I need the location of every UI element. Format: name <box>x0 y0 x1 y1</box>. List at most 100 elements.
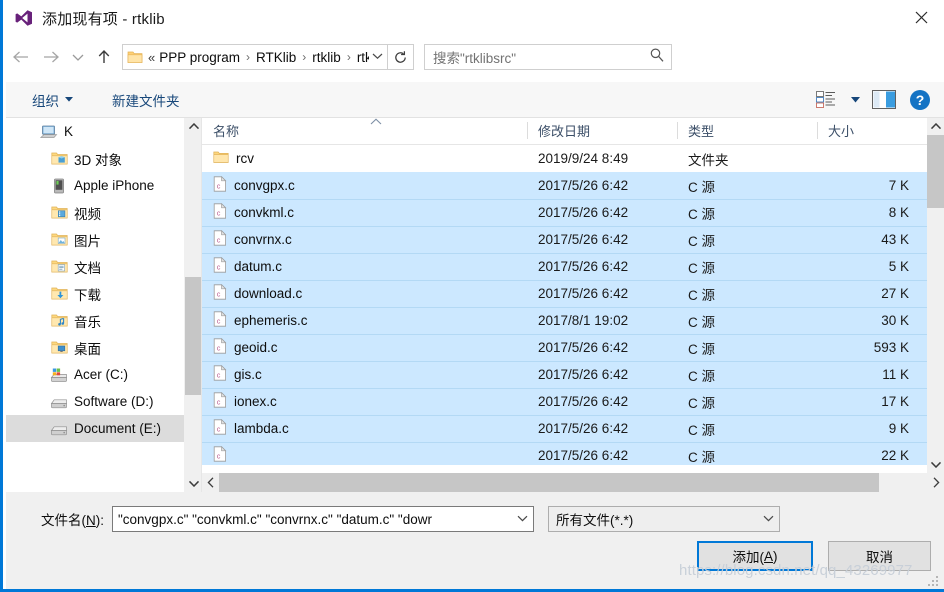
column-header-size[interactable]: 大小 <box>817 118 922 144</box>
scroll-left-icon[interactable] <box>202 473 219 492</box>
file-name-cell: rcv <box>202 150 527 167</box>
folder-icon <box>127 50 143 64</box>
scroll-down-icon[interactable] <box>185 475 202 492</box>
breadcrumb-item-2[interactable]: rtklib <box>311 50 342 65</box>
chevron-down-icon[interactable] <box>513 513 531 525</box>
breadcrumb-separator[interactable]: › <box>342 50 356 64</box>
folder-documents-icon <box>50 258 68 276</box>
visual-studio-icon <box>14 8 34 28</box>
sidebar-item-acer-c[interactable]: Acer (C:) <box>6 361 184 388</box>
table-row[interactable]: c convgpx.c 2017/5/26 6:42 C 源 7 K <box>202 172 944 199</box>
column-header-date[interactable]: 修改日期 <box>527 118 677 144</box>
c-source-icon: c <box>213 284 227 303</box>
sidebar-scrollbar[interactable] <box>184 118 202 492</box>
c-source-icon: c <box>213 176 227 195</box>
chevron-down-icon[interactable] <box>369 51 385 63</box>
file-size: 7 K <box>888 178 909 193</box>
sidebar-item-software-d[interactable]: Software (D:) <box>6 388 184 415</box>
table-row[interactable]: c geoid.c 2017/5/26 6:42 C 源 593 K <box>202 334 944 361</box>
table-row[interactable]: rcv 2019/9/24 8:49 文件夹 <box>202 145 944 172</box>
file-size: 43 K <box>881 232 909 247</box>
add-button[interactable]: 添加(A) <box>697 541 813 571</box>
sidebar-item-label: Acer (C:) <box>74 367 128 382</box>
chevron-down-icon[interactable] <box>759 513 777 525</box>
breadcrumb-separator[interactable]: › <box>241 50 255 64</box>
table-row[interactable]: c gis.c 2017/5/26 6:42 C 源 11 K <box>202 361 944 388</box>
sidebar-item-label: Document (E:) <box>74 421 162 436</box>
sidebar-item-apple-iphone[interactable]: Apple iPhone <box>6 172 184 199</box>
file-size: 593 K <box>873 340 909 355</box>
scroll-up-icon[interactable] <box>185 118 202 135</box>
sidebar-item-music[interactable]: 音乐 <box>6 307 184 334</box>
scrollbar-thumb[interactable] <box>927 135 944 208</box>
table-row[interactable]: c download.c 2017/5/26 6:42 C 源 27 K <box>202 280 944 307</box>
sidebar-item-k[interactable]: K <box>6 118 184 145</box>
forward-icon[interactable] <box>36 42 66 72</box>
breadcrumb-item-0[interactable]: PPP program <box>158 50 241 65</box>
sidebar-item-3d-objects[interactable]: 3D 对象 <box>6 145 184 172</box>
recent-locations-icon[interactable] <box>66 42 90 72</box>
file-size: 27 K <box>881 286 909 301</box>
table-row[interactable]: c datum.c 2017/5/26 6:42 C 源 5 K <box>202 253 944 280</box>
scroll-down-icon[interactable] <box>927 456 944 473</box>
filename-input[interactable]: "convgpx.c" "convkml.c" "convrnx.c" "dat… <box>112 506 534 532</box>
breadcrumb-separator[interactable]: › <box>297 50 311 64</box>
refresh-icon[interactable] <box>388 44 414 70</box>
new-folder-button[interactable]: 新建文件夹 <box>105 82 187 117</box>
sidebar-item-videos[interactable]: 视频 <box>6 199 184 226</box>
file-list-rows[interactable]: rcv 2019/9/24 8:49 文件夹 c convgpx.c 2017/… <box>202 145 944 465</box>
sidebar-item-pictures[interactable]: 图片 <box>6 226 184 253</box>
folder-desktop-icon <box>50 339 68 357</box>
file-date: 2017/5/26 6:42 <box>538 394 629 409</box>
svg-text:c: c <box>217 426 221 433</box>
scrollbar-track[interactable] <box>219 473 927 492</box>
sidebar-item-document-e[interactable]: Document (E:) <box>6 415 184 442</box>
file-list-vertical-scrollbar[interactable] <box>927 118 944 473</box>
file-name-cell: c datum.c <box>202 257 527 276</box>
sidebar-item-desktop[interactable]: 桌面 <box>6 334 184 361</box>
folder-3d-icon <box>50 150 68 168</box>
file-list-horizontal-scrollbar[interactable] <box>202 473 944 492</box>
column-header-type[interactable]: 类型 <box>677 118 817 144</box>
filter-value: 所有文件(*.*) <box>556 513 634 528</box>
view-list-icon[interactable] <box>808 85 844 115</box>
table-row[interactable]: c ephemeris.c 2017/8/1 19:02 C 源 30 K <box>202 307 944 334</box>
preview-pane-icon[interactable] <box>866 85 902 115</box>
cancel-button[interactable]: 取消 <box>828 541 931 571</box>
table-row[interactable]: c 2017/5/26 6:42 C 源 22 K <box>202 442 944 465</box>
close-button[interactable] <box>898 0 944 34</box>
table-row[interactable]: c lambda.c 2017/5/26 6:42 C 源 9 K <box>202 415 944 442</box>
dialog-footer: 文件名(N): "convgpx.c" "convkml.c" "convrnx… <box>6 492 944 592</box>
column-header-name[interactable]: 名称 <box>202 118 527 144</box>
file-type: C 源 <box>688 233 715 249</box>
scrollbar-thumb[interactable] <box>219 473 879 492</box>
file-name-cell: c ephemeris.c <box>202 311 527 330</box>
breadcrumb-overflow[interactable]: « <box>148 50 158 65</box>
back-icon[interactable] <box>6 42 36 72</box>
up-one-level-icon[interactable] <box>90 42 118 72</box>
breadcrumb[interactable]: « PPP program › RTKlib › rtklib › rtklib… <box>148 50 369 65</box>
sidebar-item-downloads[interactable]: 下载 <box>6 280 184 307</box>
search-input[interactable]: 搜索"rtklibsrc" <box>424 44 672 70</box>
file-type: C 源 <box>688 422 715 438</box>
file-date: 2017/5/26 6:42 <box>538 178 629 193</box>
help-icon[interactable]: ? <box>902 85 938 115</box>
scroll-right-icon[interactable] <box>927 473 944 492</box>
view-options-caret-icon[interactable] <box>844 85 866 115</box>
breadcrumb-item-1[interactable]: RTKlib <box>255 50 297 65</box>
sidebar-item-documents[interactable]: 文档 <box>6 253 184 280</box>
organize-button[interactable]: 组织 <box>25 82 80 117</box>
file-type-filter-dropdown[interactable]: 所有文件(*.*) <box>548 506 780 532</box>
navigation-sidebar[interactable]: K 3D 对象 Apple iPhone 视频 图片 文档 下载 音乐 桌面 A… <box>6 118 184 492</box>
breadcrumb-item-3[interactable]: rtklib <box>356 50 369 65</box>
table-row[interactable]: c convrnx.c 2017/5/26 6:42 C 源 43 K <box>202 226 944 253</box>
resize-grip[interactable] <box>928 576 940 588</box>
scroll-up-icon[interactable] <box>927 118 944 135</box>
search-icon[interactable] <box>649 47 665 68</box>
table-row[interactable]: c ionex.c 2017/5/26 6:42 C 源 17 K <box>202 388 944 415</box>
table-row[interactable]: c convkml.c 2017/5/26 6:42 C 源 8 K <box>202 199 944 226</box>
svg-text:c: c <box>217 399 221 406</box>
scrollbar-thumb[interactable] <box>185 277 202 395</box>
address-bar[interactable]: « PPP program › RTKlib › rtklib › rtklib… <box>122 44 388 70</box>
drive-windows-icon <box>50 366 68 384</box>
